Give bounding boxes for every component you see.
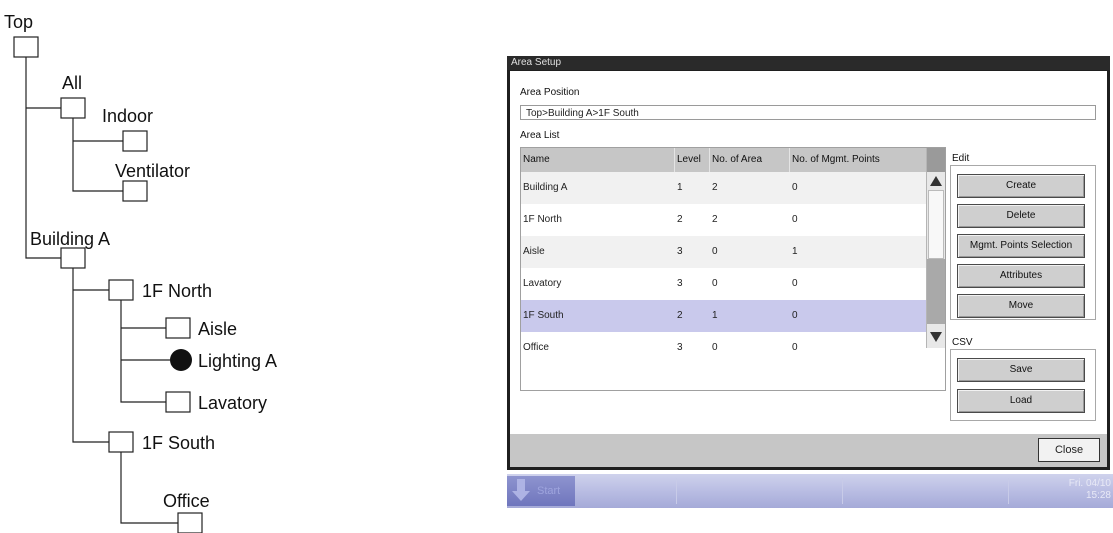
cell-level: 3	[677, 278, 683, 289]
move-button[interactable]: Move	[957, 294, 1085, 318]
node-box-indoor	[122, 130, 148, 152]
taskbar-divider	[842, 478, 843, 504]
taskbar-clock: Fri. 04/10 15:28	[1069, 478, 1111, 502]
cell-name: Office	[523, 342, 549, 353]
scrollbar-track[interactable]	[927, 259, 945, 324]
scrollbar-thumb[interactable]	[928, 190, 944, 259]
scroll-down-arrow-icon[interactable]	[930, 332, 942, 342]
csv-load-button[interactable]: Load	[957, 389, 1085, 413]
cell-points: 0	[792, 182, 798, 193]
cell-areas: 0	[712, 342, 718, 353]
tree-label-aisle: Aisle	[198, 319, 238, 339]
cell-level: 2	[677, 310, 683, 321]
col-header-name[interactable]: Name	[521, 148, 675, 172]
node-box-top	[13, 36, 39, 58]
edit-group: Create Delete Mgmt. Points Selection Att…	[950, 165, 1096, 320]
cell-name: Aisle	[523, 246, 545, 257]
attributes-button[interactable]: Attributes	[957, 264, 1085, 288]
taskbar-divider	[676, 478, 677, 504]
node-box-1f-north	[108, 279, 134, 301]
table-row[interactable]: Building A 1 2 0	[521, 172, 926, 204]
node-box-all	[60, 97, 86, 119]
tree-label-ventilator: Ventilator	[115, 161, 191, 181]
cell-areas: 1	[712, 310, 718, 321]
table-row[interactable]: Aisle 3 0 1	[521, 236, 926, 268]
csv-save-button[interactable]: Save	[957, 358, 1085, 382]
create-button[interactable]: Create	[957, 174, 1085, 198]
window-body: Area Position Top>Building A>1F South Ar…	[510, 71, 1107, 467]
node-box-office	[177, 512, 203, 533]
cell-points: 0	[792, 278, 798, 289]
col-header-level[interactable]: Level	[675, 148, 710, 172]
table-header: Name Level No. of Area No. of Mgmt. Poin…	[521, 148, 926, 172]
csv-group: Save Load	[950, 349, 1096, 421]
clock-time: 15:28	[1085, 490, 1111, 501]
taskbar: Start Fri. 04/10 15:28	[507, 474, 1113, 508]
cell-points: 0	[792, 342, 798, 353]
table-row[interactable]: Lavatory 3 0 0	[521, 268, 926, 300]
tree-label-top: Top	[4, 12, 34, 32]
tree-label-1f-south: 1F South	[142, 433, 216, 453]
start-label: Start	[537, 485, 561, 497]
area-position-field: Top>Building A>1F South	[520, 105, 1096, 120]
cell-points: 1	[792, 246, 798, 257]
area-tree-diagram: Top All Indoor Ventilator Building A 1F …	[0, 0, 460, 533]
scroll-up-arrow-icon[interactable]	[930, 176, 942, 186]
cell-areas: 2	[712, 214, 718, 225]
table-scrollbar[interactable]	[926, 148, 945, 348]
cell-areas: 0	[712, 278, 718, 289]
window-footer: Close	[510, 434, 1107, 467]
cell-name: Building A	[523, 182, 568, 193]
cell-name: Lavatory	[523, 278, 562, 289]
table-row-selected[interactable]: 1F South 2 1 0	[521, 300, 926, 332]
tree-label-office: Office	[163, 491, 210, 511]
area-list-table: Name Level No. of Area No. of Mgmt. Poin…	[520, 147, 946, 391]
node-box-ventilator	[122, 180, 148, 202]
close-button[interactable]: Close	[1038, 438, 1100, 462]
cell-name: 1F North	[523, 214, 562, 225]
delete-button[interactable]: Delete	[957, 204, 1085, 228]
col-header-areas[interactable]: No. of Area	[710, 148, 790, 172]
node-box-building-a	[60, 247, 86, 269]
cell-level: 3	[677, 342, 683, 353]
cell-level: 3	[677, 246, 683, 257]
window-title: Area Setup	[507, 56, 1110, 70]
cell-points: 0	[792, 214, 798, 225]
cell-points: 0	[792, 310, 798, 321]
node-box-aisle	[165, 317, 191, 339]
taskbar-divider	[1008, 478, 1009, 504]
table-row[interactable]: Office 3 0 0	[521, 332, 926, 364]
clock-date: Fri. 04/10	[1068, 478, 1111, 489]
cell-areas: 0	[712, 246, 718, 257]
down-arrow-icon	[517, 479, 525, 491]
node-dot-lighting-a	[170, 349, 192, 371]
tree-label-all: All	[62, 73, 83, 93]
start-button[interactable]: Start	[507, 476, 575, 506]
node-box-1f-south	[108, 431, 134, 453]
down-arrow-icon-head	[512, 491, 530, 501]
node-box-lavatory	[165, 391, 191, 413]
tree-label-indoor: Indoor	[102, 106, 154, 126]
tree-label-lavatory: Lavatory	[198, 393, 268, 413]
cell-areas: 2	[712, 182, 718, 193]
tree-label-1f-north: 1F North	[142, 281, 213, 301]
mgmt-points-selection-button[interactable]: Mgmt. Points Selection	[957, 234, 1085, 258]
area-setup-window: Area Setup Area Position Top>Building A>…	[507, 56, 1110, 470]
cell-level: 1	[677, 182, 683, 193]
edit-group-label: Edit	[952, 153, 970, 164]
scrollbar-header-corner	[927, 148, 945, 172]
cell-name: 1F South	[523, 310, 564, 321]
area-list-label: Area List	[520, 130, 560, 141]
area-position-label: Area Position	[520, 87, 580, 98]
csv-group-label: CSV	[952, 337, 973, 348]
tree-label-building-a: Building A	[30, 229, 111, 249]
col-header-points[interactable]: No. of Mgmt. Points	[790, 148, 926, 172]
tree-label-lighting-a: Lighting A	[198, 351, 278, 371]
cell-level: 2	[677, 214, 683, 225]
table-row[interactable]: 1F North 2 2 0	[521, 204, 926, 236]
